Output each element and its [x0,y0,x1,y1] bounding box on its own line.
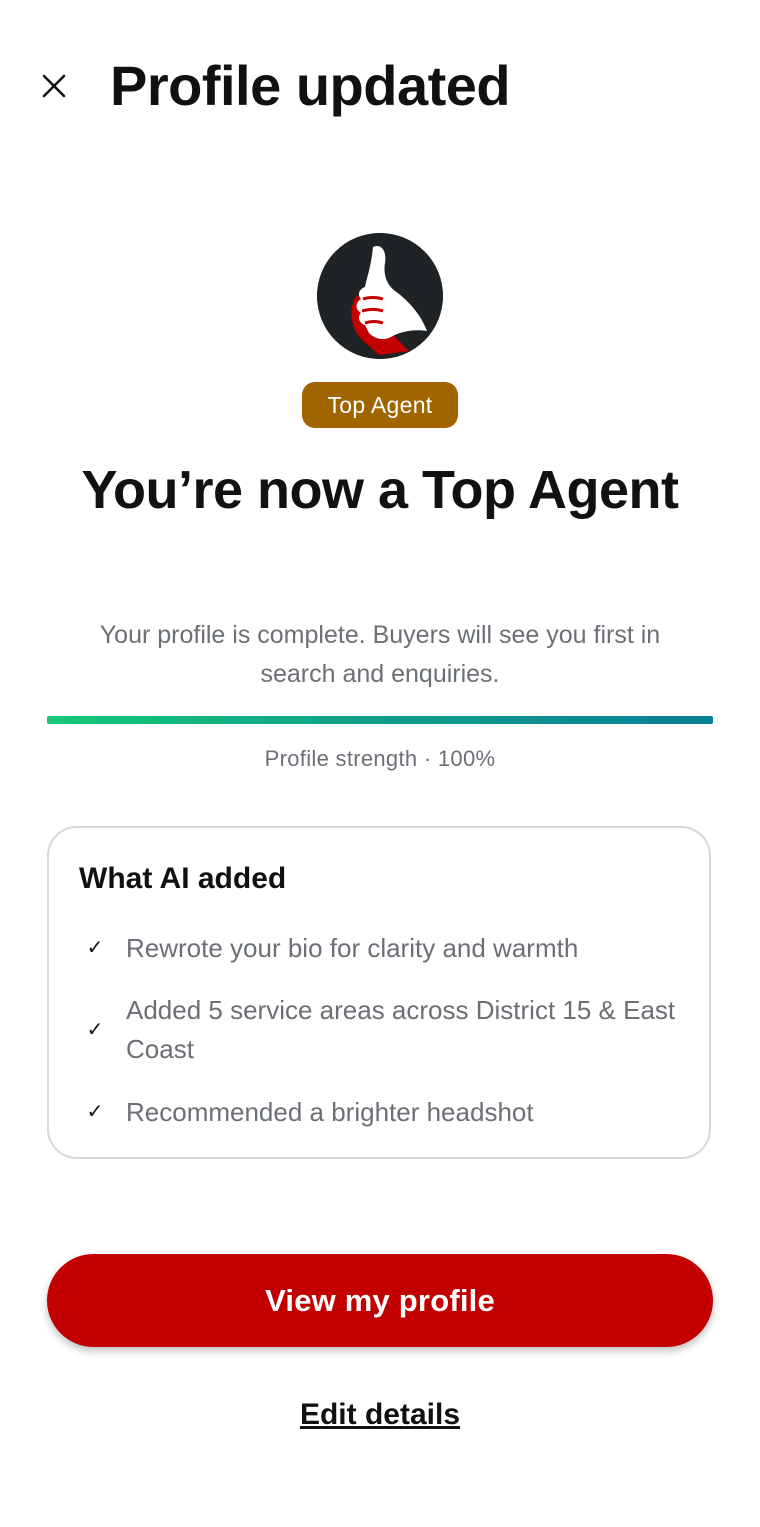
ai-changes-card: What AI added ✓ Rewrote your bio for cla… [47,826,711,1159]
checkmark-icon: ✓ [86,937,104,959]
header: Profile updated [0,0,760,170]
card-title: What AI added [79,862,287,895]
list-item-text: Recommended a brighter headshot [126,1097,534,1127]
top-agent-badge: Top Agent [302,382,458,428]
close-icon [42,74,66,98]
profile-strength-bar [47,716,713,724]
edit-details-link[interactable]: Edit details [0,1398,760,1432]
page-title: Profile updated [110,54,511,117]
profile-strength-label: Profile strength · 100% [264,746,496,771]
success-headline: You’re now a Top Agent [81,460,679,520]
checkmark-icon: ✓ [86,1101,104,1123]
checkmark-icon: ✓ [86,1019,104,1041]
success-subtext: Your profile is complete. Buyers will se… [99,621,661,688]
view-profile-button[interactable]: View my profile [47,1254,713,1347]
profile-strength-fill [47,716,713,724]
thumbs-up-icon [317,233,443,359]
list-item-text: Rewrote your bio for clarity and warmth [126,933,579,963]
close-button[interactable] [30,62,78,110]
list-item-text: Added 5 service areas across District 15… [126,995,676,1064]
